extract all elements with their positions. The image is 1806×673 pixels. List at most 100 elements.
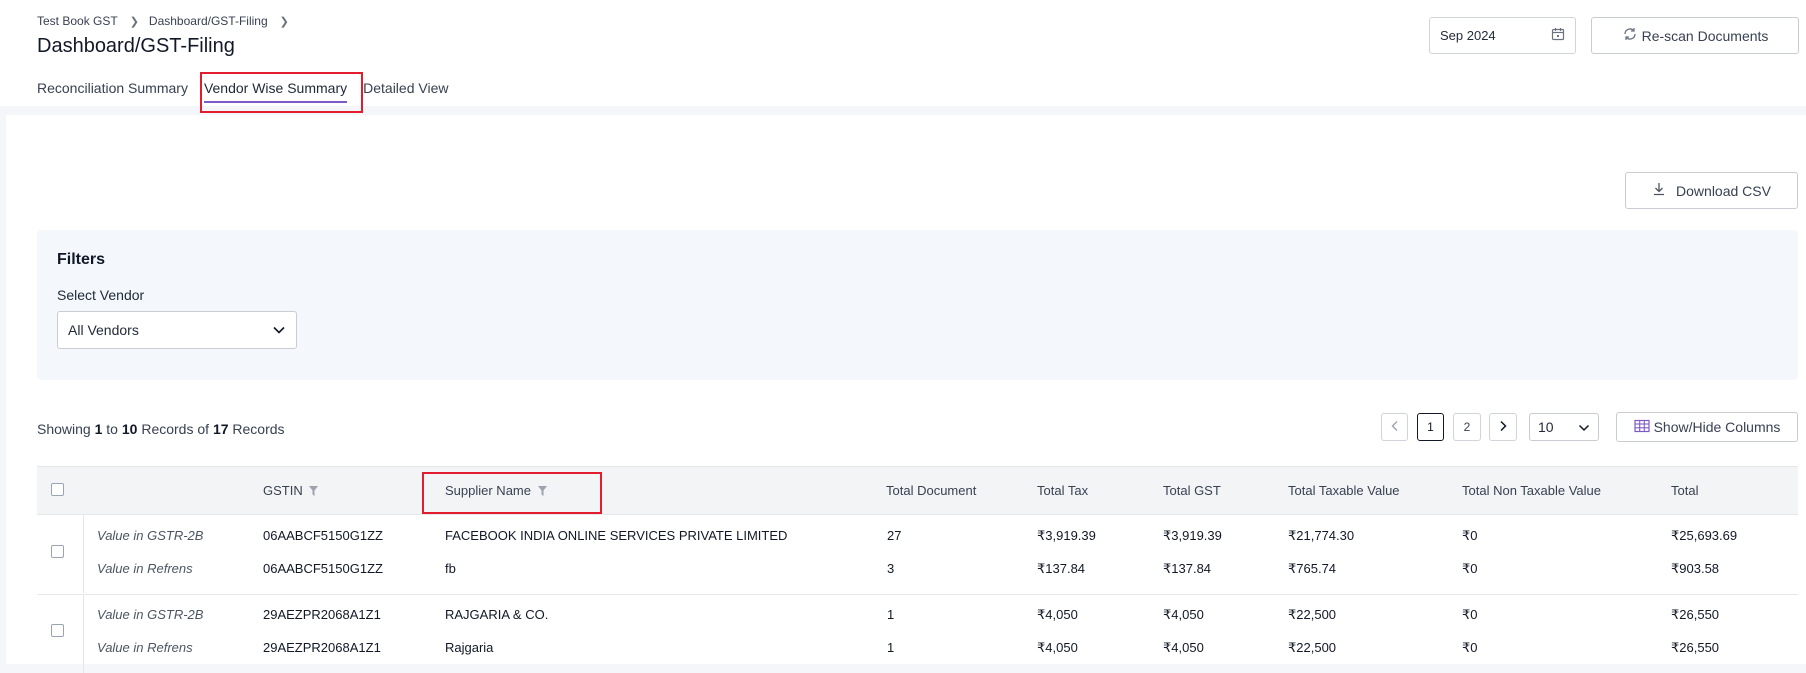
column-header-total-taxable-value: Total Taxable Value bbox=[1288, 483, 1400, 498]
month-picker[interactable]: Sep 2024 bbox=[1429, 17, 1576, 54]
filters-panel: Filters Select Vendor All Vendors bbox=[37, 230, 1798, 380]
vendor-group: Value in GSTR-2B 06AABCF5150G1ZZ FACEBOO… bbox=[37, 515, 1798, 593]
chevron-down-icon bbox=[1578, 419, 1590, 435]
total-cell: ₹25,693.69 bbox=[1671, 528, 1738, 543]
value-source: Value in Refrens bbox=[97, 640, 193, 655]
total-cell: ₹903.58 bbox=[1671, 561, 1720, 576]
total-taxable-value-cell: ₹21,774.30 bbox=[1288, 528, 1355, 543]
total-tax-cell: ₹4,050 bbox=[1037, 640, 1078, 655]
next-page-button[interactable] bbox=[1489, 413, 1517, 441]
total-cell: ₹26,550 bbox=[1671, 640, 1720, 655]
total-non-taxable-value-cell: ₹0 bbox=[1462, 561, 1478, 576]
page-title: Dashboard/GST-Filing bbox=[37, 35, 235, 57]
page-size-select[interactable]: 10 bbox=[1529, 413, 1599, 441]
page-size-value: 10 bbox=[1538, 419, 1554, 435]
supplier-name-cell: FACEBOOK INDIA ONLINE SERVICES PRIVATE L… bbox=[445, 528, 788, 543]
value-source: Value in GSTR-2B bbox=[97, 528, 204, 543]
total-tax-cell: ₹4,050 bbox=[1037, 607, 1078, 622]
gstin-cell: 29AEZPR2068A1Z1 bbox=[263, 607, 381, 622]
value-source: Value in GSTR-2B bbox=[97, 607, 204, 622]
supplier-name-cell: fb bbox=[445, 561, 456, 576]
show-hide-columns-button[interactable]: Show/Hide Columns bbox=[1616, 412, 1798, 442]
filter-icon[interactable] bbox=[537, 484, 547, 499]
total-tax-cell: ₹3,919.39 bbox=[1037, 528, 1096, 543]
rescan-documents-button[interactable]: Re-scan Documents bbox=[1591, 17, 1799, 54]
records-to-word: to bbox=[106, 421, 118, 437]
chevron-right-icon: ❯ bbox=[129, 15, 139, 28]
records-suffix: Records bbox=[232, 421, 285, 437]
chevron-left-icon bbox=[1390, 420, 1400, 435]
show-hide-columns-label: Show/Hide Columns bbox=[1653, 419, 1781, 435]
column-header-total-document: Total Document bbox=[886, 483, 977, 498]
column-header-total-non-taxable-value: Total Non Taxable Value bbox=[1462, 483, 1602, 498]
total-tax-cell: ₹137.84 bbox=[1037, 561, 1086, 576]
total-gst-cell: ₹137.84 bbox=[1163, 561, 1212, 576]
gstin-cell: 06AABCF5150G1ZZ bbox=[263, 528, 383, 543]
total-taxable-value-cell: ₹22,500 bbox=[1288, 640, 1337, 655]
select-all-checkbox[interactable] bbox=[51, 483, 64, 496]
page-button-2[interactable]: 2 bbox=[1453, 413, 1481, 441]
filters-title: Filters bbox=[57, 251, 106, 268]
total-document-cell: 27 bbox=[887, 528, 902, 543]
vendor-select-value: All Vendors bbox=[68, 322, 139, 338]
previous-page-button[interactable] bbox=[1381, 413, 1408, 441]
page-button-1[interactable]: 1 bbox=[1417, 413, 1444, 441]
column-header-gstin-label: GSTIN bbox=[263, 483, 303, 498]
total-gst-cell: ₹4,050 bbox=[1163, 640, 1204, 655]
records-prefix: Showing bbox=[37, 421, 91, 437]
records-total: 17 bbox=[212, 421, 229, 437]
breadcrumb-item-page[interactable]: Dashboard/GST-Filing bbox=[149, 14, 268, 28]
total-non-taxable-value-cell: ₹0 bbox=[1462, 640, 1478, 655]
total-non-taxable-value-cell: ₹0 bbox=[1462, 528, 1478, 543]
chevron-right-icon bbox=[1498, 420, 1508, 435]
rescan-documents-label: Re-scan Documents bbox=[1641, 27, 1769, 44]
chevron-right-icon: ❯ bbox=[279, 15, 289, 28]
value-source: Value in Refrens bbox=[97, 561, 193, 576]
column-header-supplier-name[interactable]: Supplier Name bbox=[445, 483, 547, 499]
page-header: Test Book GST ❯ Dashboard/GST-Filing ❯ D… bbox=[0, 0, 1806, 106]
column-header-supplier-name-label: Supplier Name bbox=[445, 483, 531, 498]
month-picker-value: Sep 2024 bbox=[1440, 28, 1496, 43]
vendor-group: Value in GSTR-2B 29AEZPR2068A1Z1 RAJGARI… bbox=[37, 594, 1798, 673]
total-document-cell: 1 bbox=[887, 607, 895, 622]
breadcrumb-item-company[interactable]: Test Book GST bbox=[37, 14, 118, 28]
supplier-name-cell: Rajgaria bbox=[445, 640, 494, 655]
records-from: 1 bbox=[94, 421, 103, 437]
row-checkbox[interactable] bbox=[51, 624, 64, 637]
chevron-down-icon bbox=[272, 322, 286, 338]
vendor-select[interactable]: All Vendors bbox=[57, 311, 297, 349]
records-to: 10 bbox=[121, 421, 138, 437]
row-divider bbox=[83, 515, 84, 593]
tab-bar: Reconciliation Summary Vendor Wise Summa… bbox=[37, 80, 464, 103]
download-csv-button[interactable]: Download CSV bbox=[1625, 172, 1798, 209]
total-taxable-value-cell: ₹22,500 bbox=[1288, 607, 1337, 622]
total-document-cell: 3 bbox=[887, 561, 895, 576]
filter-icon[interactable] bbox=[309, 484, 319, 499]
tab-reconciliation-summary[interactable]: Reconciliation Summary bbox=[37, 80, 188, 96]
calendar-icon bbox=[1551, 27, 1565, 44]
total-non-taxable-value-cell: ₹0 bbox=[1462, 607, 1478, 622]
refresh-icon bbox=[1622, 26, 1642, 45]
supplier-name-cell: RAJGARIA & CO. bbox=[445, 607, 549, 622]
gstin-cell: 06AABCF5150G1ZZ bbox=[263, 561, 383, 576]
total-document-cell: 1 bbox=[887, 640, 895, 655]
records-records-word: Records bbox=[141, 421, 194, 437]
row-divider bbox=[83, 595, 84, 673]
records-of-word: of bbox=[197, 421, 210, 437]
records-info: Showing 1 to 10 Records of 17 Records bbox=[37, 421, 285, 437]
row-checkbox[interactable] bbox=[51, 545, 64, 558]
columns-icon bbox=[1633, 419, 1654, 436]
select-vendor-label: Select Vendor bbox=[57, 287, 145, 303]
gstin-cell: 29AEZPR2068A1Z1 bbox=[263, 640, 381, 655]
breadcrumb: Test Book GST ❯ Dashboard/GST-Filing ❯ bbox=[37, 14, 299, 28]
total-cell: ₹26,550 bbox=[1671, 607, 1720, 622]
column-header-total-tax: Total Tax bbox=[1037, 483, 1089, 498]
download-icon bbox=[1652, 182, 1676, 199]
download-csv-label: Download CSV bbox=[1676, 182, 1771, 199]
table-header: GSTIN Supplier Name Total Document Total… bbox=[37, 466, 1798, 515]
column-header-total: Total bbox=[1671, 483, 1699, 498]
column-header-gstin[interactable]: GSTIN bbox=[263, 483, 319, 499]
total-gst-cell: ₹4,050 bbox=[1163, 607, 1204, 622]
tab-vendor-wise-summary[interactable]: Vendor Wise Summary bbox=[203, 80, 348, 103]
tab-detailed-view[interactable]: Detailed View bbox=[363, 80, 448, 96]
